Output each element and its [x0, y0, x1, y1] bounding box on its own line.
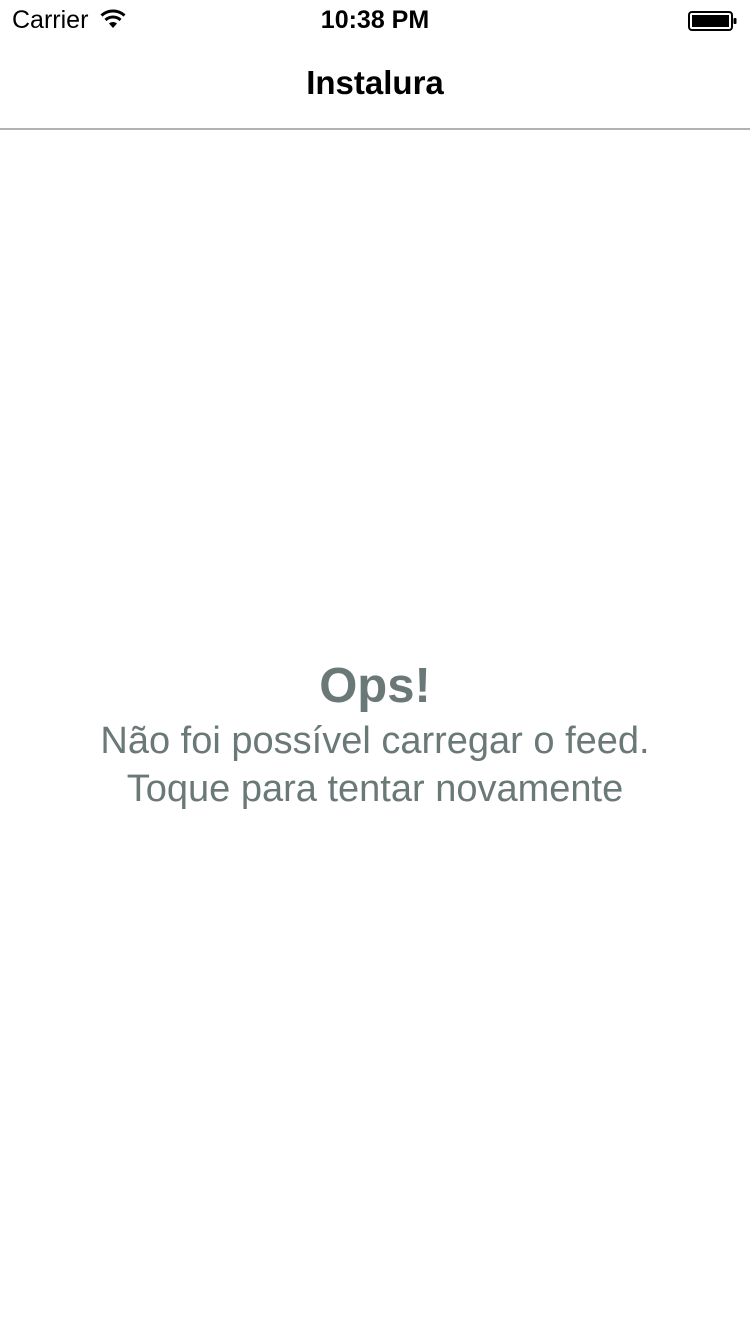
battery-icon [688, 11, 738, 36]
clock: 10:38 PM [320, 6, 430, 34]
error-message: Não foi possível carregar o feed. [100, 720, 650, 762]
retry-hint: Toque para tentar novamente [126, 768, 624, 810]
error-heading: Ops! [319, 659, 431, 713]
retry-error-message[interactable]: Ops! Não foi possível carregar o feed. T… [0, 655, 750, 813]
navigation-bar: Instalura [0, 40, 750, 130]
page-title: Instalura [306, 64, 444, 101]
status-bar: Carrier 10:38 PM [0, 0, 750, 40]
